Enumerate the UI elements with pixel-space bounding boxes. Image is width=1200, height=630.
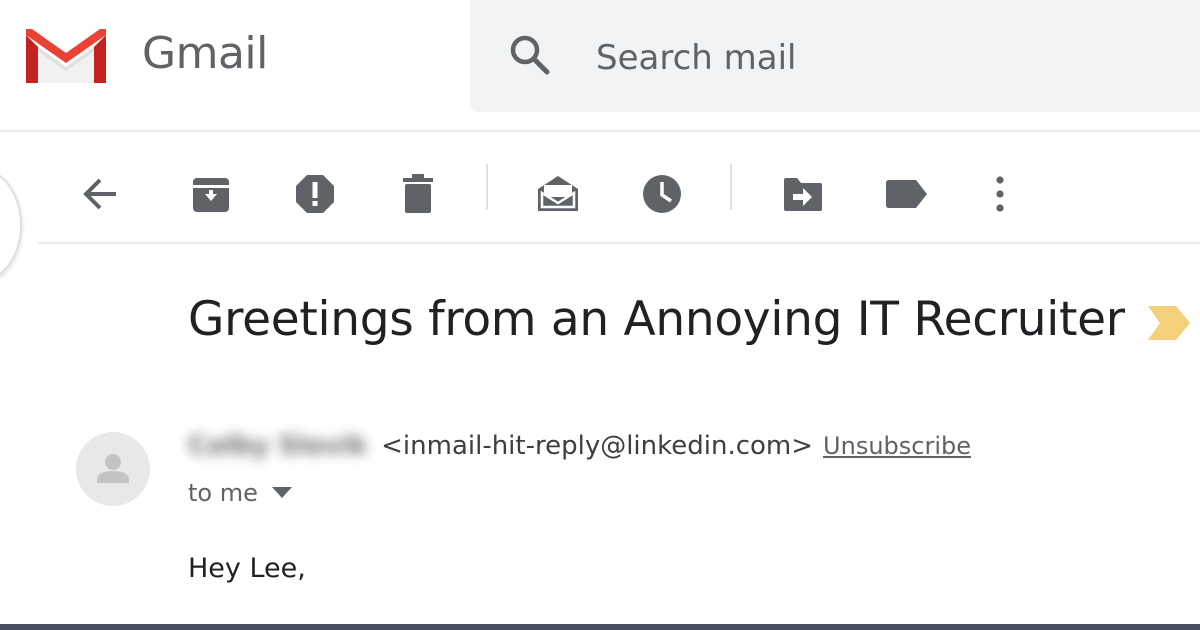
bottom-border bbox=[0, 624, 1200, 630]
search-bar[interactable] bbox=[470, 0, 1200, 112]
toolbar-separator bbox=[486, 164, 488, 210]
clock-icon bbox=[642, 174, 682, 214]
search-icon[interactable] bbox=[508, 33, 552, 77]
back-button[interactable] bbox=[72, 166, 128, 222]
toolbar-divider bbox=[38, 242, 1200, 244]
gmail-logo-icon[interactable] bbox=[22, 25, 110, 87]
more-vert-icon bbox=[995, 176, 1005, 212]
mark-unread-button[interactable] bbox=[530, 166, 586, 222]
arrow-back-icon bbox=[80, 176, 120, 212]
report-spam-icon bbox=[295, 174, 335, 214]
default-avatar-icon bbox=[76, 432, 150, 506]
labels-button[interactable] bbox=[879, 166, 935, 222]
unsubscribe-link[interactable]: Unsubscribe bbox=[823, 432, 971, 460]
move-to-button[interactable] bbox=[775, 166, 831, 222]
trash-icon bbox=[400, 174, 436, 214]
move-to-icon bbox=[783, 176, 823, 212]
email-subject: Greetings from an Annoying IT Recruiter bbox=[188, 292, 1125, 347]
recipient-details-toggle[interactable]: to me bbox=[188, 478, 292, 508]
search-input[interactable] bbox=[594, 30, 1158, 86]
chevron-down-icon bbox=[271, 487, 292, 499]
gmail-message-view: Gmail Search mail Greetings from an Anno… bbox=[0, 0, 1200, 630]
snooze-button[interactable] bbox=[634, 166, 690, 222]
recipient-label: to me bbox=[188, 479, 258, 507]
header-divider bbox=[0, 130, 1200, 132]
sender-line: Colby Slovik <inmail-hit-reply@linkedin.… bbox=[188, 430, 971, 462]
compose-button[interactable] bbox=[0, 168, 22, 282]
email-body-text: Hey Lee, bbox=[188, 553, 306, 584]
gmail-wordmark: Gmail bbox=[142, 28, 268, 79]
report-spam-button[interactable] bbox=[287, 166, 343, 222]
delete-button[interactable] bbox=[390, 166, 446, 222]
top-header: Gmail bbox=[0, 0, 1200, 130]
sender-avatar[interactable] bbox=[76, 432, 150, 506]
toolbar-separator bbox=[730, 164, 732, 210]
sender-email: <inmail-hit-reply@linkedin.com> bbox=[381, 431, 814, 461]
mark-unread-icon bbox=[535, 173, 581, 215]
label-icon bbox=[886, 180, 928, 208]
importance-marker-icon[interactable] bbox=[1148, 306, 1190, 340]
sender-name[interactable]: Colby Slovik bbox=[188, 431, 367, 461]
archive-button[interactable] bbox=[183, 166, 239, 222]
message-toolbar bbox=[38, 150, 1200, 240]
archive-icon bbox=[191, 174, 231, 214]
more-options-button[interactable] bbox=[972, 166, 1028, 222]
